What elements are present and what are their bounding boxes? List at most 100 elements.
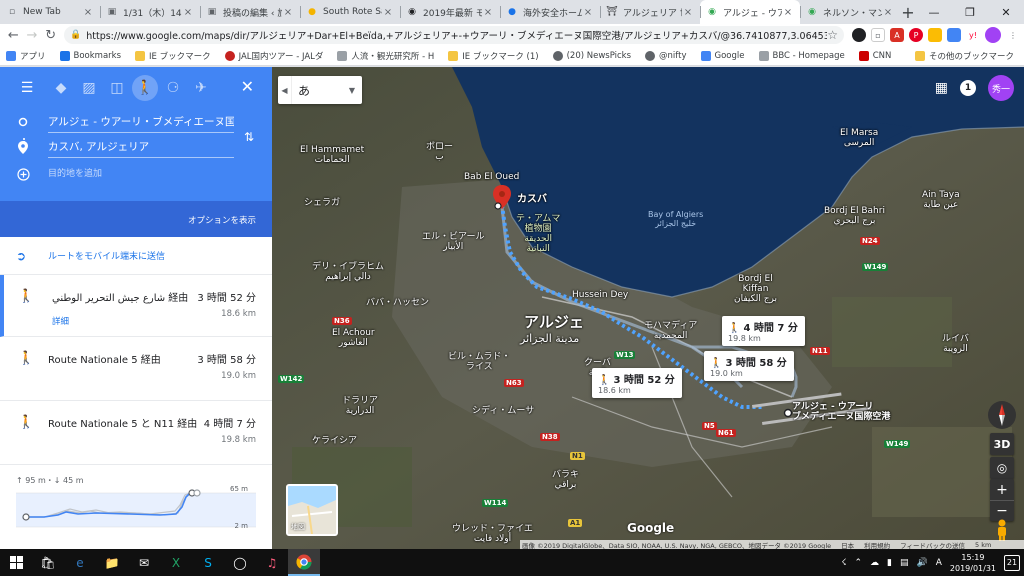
- bookmark-6[interactable]: (20) NewsPicks: [552, 50, 631, 61]
- action-center-badge[interactable]: 21: [1004, 554, 1020, 571]
- pinterest-icon[interactable]: P: [909, 28, 924, 42]
- label-algiers-ar[interactable]: مدينة الجزائر: [520, 332, 579, 345]
- close-tab-icon[interactable]: ×: [682, 7, 694, 18]
- ime-dropdown-icon[interactable]: ▼: [342, 76, 362, 104]
- bookmark-5[interactable]: IE ブックマーク (1): [448, 50, 539, 62]
- scale-label[interactable]: 5 km: [975, 541, 991, 549]
- itunes-icon[interactable]: ♫: [256, 549, 288, 576]
- ime-input-box[interactable]: ◀ あ ▼: [278, 76, 362, 104]
- label-bordj-el-bahri[interactable]: Bordj El Bahri برج البحري: [824, 206, 885, 227]
- show-options-button[interactable]: オプションを表示: [188, 214, 256, 226]
- user-avatar[interactable]: 秀一: [988, 75, 1014, 101]
- label-algiers[interactable]: アルジェ: [524, 314, 584, 331]
- tab-0[interactable]: ▫ New Tab ×: [0, 0, 100, 24]
- compass-control[interactable]: [988, 401, 1016, 429]
- other-bookmarks[interactable]: その他のブックマーク: [914, 50, 1014, 62]
- label-botanical-garden[interactable]: テ・アムマ 植物園 الحديقة النباتية: [516, 214, 560, 255]
- extension-blue-icon[interactable]: [947, 28, 962, 42]
- bookmark-1[interactable]: Bookmarks: [59, 50, 121, 61]
- volume-icon[interactable]: 🔊: [917, 558, 928, 568]
- menu-dots-icon[interactable]: ⋮: [1006, 28, 1021, 42]
- media-icon[interactable]: ◯: [224, 549, 256, 576]
- label-baba-hassen[interactable]: ババ・ハッセン: [366, 298, 429, 309]
- close-tab-icon[interactable]: ×: [782, 7, 794, 18]
- my-location-button[interactable]: ◎: [990, 457, 1014, 479]
- label-ain-taya[interactable]: Ain Taya عين طاية: [922, 190, 960, 211]
- label-rouiba[interactable]: ルイバ الرويبة: [942, 334, 969, 355]
- tab-6[interactable]: ⛩ アルジェリア 世界×: [600, 0, 700, 24]
- label-sidi-moussa[interactable]: シディ・ムーサ: [472, 406, 534, 417]
- minimize-button[interactable]: —: [916, 0, 952, 24]
- route-option-3[interactable]: 🚶 Route Nationale 5 と N11 経由 4 時間 7 分 19…: [0, 401, 272, 465]
- tab-7[interactable]: ◉ アルジェ - ウアーリ×: [700, 0, 800, 24]
- label-hussein-dey[interactable]: Hussein Dey: [572, 290, 628, 301]
- route-option-2[interactable]: 🚶 Route Nationale 5 経由 3 時間 58 分 19.0 km: [0, 337, 272, 401]
- route-option-1[interactable]: 🚶 شارع جيش التحرير الوطني 経由 3 時間 52 分 1…: [0, 275, 272, 337]
- extension-doc-icon[interactable]: ▫: [871, 28, 886, 42]
- bookmark-4[interactable]: 人流・観光研究所 - H: [337, 50, 434, 62]
- car-mode-icon[interactable]: ▨: [76, 75, 102, 101]
- show-hidden-icon[interactable]: ⌃: [854, 558, 862, 568]
- map-type-toggle[interactable]: 地図: [286, 484, 338, 536]
- onedrive-icon[interactable]: ☁: [870, 558, 879, 568]
- google-apps-icon[interactable]: ▦: [935, 80, 948, 96]
- label-kasbah[interactable]: カスバ: [517, 194, 547, 205]
- bookmark-7[interactable]: @nifty: [645, 50, 687, 61]
- bookmark-8[interactable]: Google: [700, 50, 745, 61]
- reload-button[interactable]: ↻: [41, 25, 60, 45]
- close-tab-icon[interactable]: ×: [282, 7, 294, 18]
- route-callout-3[interactable]: 🚶 4 時間 7 分 19.8 km: [722, 316, 805, 346]
- tab-8[interactable]: ◉ ネルソン・マンデ×: [800, 0, 900, 24]
- restore-button[interactable]: ❐: [952, 0, 988, 24]
- bookmark-10[interactable]: CNN: [858, 50, 891, 61]
- battery-icon[interactable]: ▮: [887, 558, 892, 568]
- label-airport[interactable]: アルジェ - ウアーリ ブメディエーヌ国際空港: [792, 402, 890, 423]
- keep-icon[interactable]: [928, 28, 943, 42]
- close-directions-icon[interactable]: ✕: [241, 77, 254, 96]
- bicycle-mode-icon[interactable]: ⚆: [160, 75, 186, 101]
- tab-4[interactable]: ◉ 2019年最新 モ ×: [400, 0, 500, 24]
- label-bab-el-oued[interactable]: Bab El Oued: [464, 172, 519, 183]
- ime-tray-icon[interactable]: A: [936, 558, 942, 568]
- best-route-mode-icon[interactable]: ◆: [48, 75, 74, 101]
- collapse-panel-icon[interactable]: ◀: [278, 76, 292, 104]
- label-cheraga[interactable]: シェラガ: [304, 198, 340, 209]
- file-explorer-icon[interactable]: 📁: [96, 549, 128, 576]
- close-tab-icon[interactable]: ×: [582, 7, 594, 18]
- clock[interactable]: 15:19 2019/01/31: [950, 552, 996, 574]
- region-link[interactable]: 日本: [841, 540, 854, 549]
- people-icon[interactable]: ☇: [841, 558, 846, 568]
- back-button[interactable]: ←: [4, 25, 23, 45]
- label-draria[interactable]: ドラリア الدرارية: [342, 396, 378, 417]
- zoom-out-button[interactable]: −: [990, 500, 1014, 521]
- menu-icon[interactable]: ☰: [14, 75, 40, 101]
- tab-5[interactable]: ● 海外安全ホーム ×: [500, 0, 600, 24]
- new-tab-button[interactable]: +: [900, 0, 916, 24]
- label-el-biar[interactable]: エル・ビアール الأبيار: [422, 232, 484, 253]
- network-icon[interactable]: ▤: [900, 558, 909, 568]
- label-bordj-el-kiffan[interactable]: Bordj El Kiffan برج الكيفان: [734, 274, 777, 305]
- label-kheraicia[interactable]: ケライシア: [312, 436, 357, 447]
- add-destination-row[interactable]: 目的地を追加: [16, 163, 234, 185]
- label-el-hammamet[interactable]: El Hammamet الحمامات: [300, 145, 364, 166]
- label-el-marsa[interactable]: El Marsa المرسى: [840, 128, 878, 149]
- label-dely-ibrahim[interactable]: デリ・イブラヒム دالي إبراهيم: [312, 262, 384, 283]
- close-window-button[interactable]: ✕: [988, 0, 1024, 24]
- label-mohammadia[interactable]: モハマディア المحمدية: [644, 321, 697, 342]
- bookmark-star-icon[interactable]: ☆: [827, 28, 838, 42]
- flight-mode-icon[interactable]: ✈: [188, 75, 214, 101]
- bookmark-9[interactable]: BBC - Homepage: [758, 50, 845, 61]
- map-view[interactable]: カスバ アルジェ مدينة الجزائر Bay of Algiers خل…: [272, 67, 1024, 549]
- extension-dark-icon[interactable]: [852, 28, 867, 42]
- walk-mode-icon[interactable]: 🚶: [132, 75, 158, 101]
- mail-icon[interactable]: ✉: [128, 549, 160, 576]
- tab-2[interactable]: ▣ 投稿の編集 ‹ 旅行×: [200, 0, 300, 24]
- close-tab-icon[interactable]: ×: [182, 7, 194, 18]
- label-baraki[interactable]: バラキ براقي: [552, 470, 579, 491]
- close-tab-icon[interactable]: ×: [882, 7, 894, 18]
- label-borouni[interactable]: ボロー ب: [426, 142, 453, 163]
- close-tab-icon[interactable]: ×: [482, 7, 494, 18]
- tab-3[interactable]: ● South Rote Sa ×: [300, 0, 400, 24]
- acrobat-icon[interactable]: A: [890, 28, 905, 42]
- notifications-badge[interactable]: 1: [960, 80, 976, 96]
